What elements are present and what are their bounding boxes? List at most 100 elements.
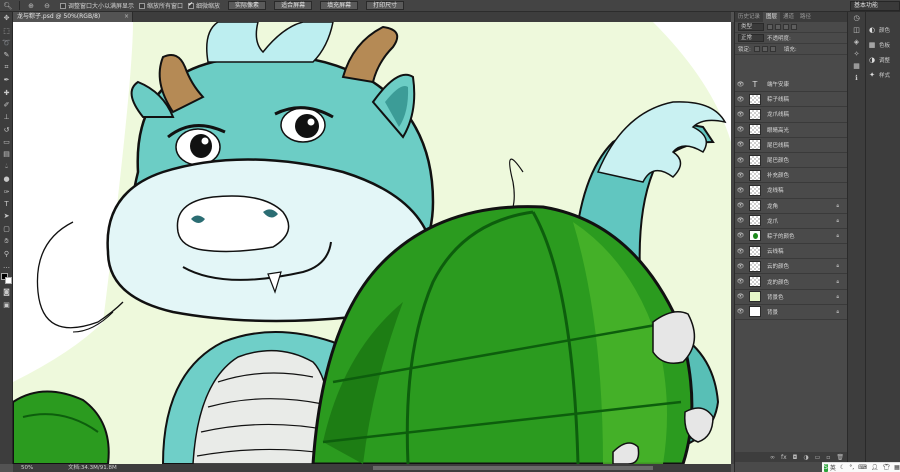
history-icon[interactable]: ◷ (848, 12, 865, 24)
path-select-tool-icon[interactable]: ➤ (0, 210, 13, 222)
more-tools-icon[interactable]: … (0, 260, 13, 272)
layer-row[interactable]: 👁︎ 尾巴颜色 (735, 153, 848, 169)
blur-tool-icon[interactable]: 💧︎ (0, 161, 13, 173)
fill-screen-button[interactable]: 填充屏幕 (320, 1, 359, 10)
history-brush-tool-icon[interactable]: ↺ (0, 124, 13, 136)
healing-tool-icon[interactable]: ✚ (0, 86, 13, 98)
lock-pixels-icon[interactable] (753, 46, 760, 52)
properties-icon[interactable]: ▦ (848, 60, 865, 72)
document-canvas[interactable] (13, 22, 731, 464)
hand-tool-icon[interactable]: ✋︎ (0, 235, 13, 247)
visibility-eye-icon[interactable]: 👁︎ (735, 141, 746, 148)
brush-tool-icon[interactable]: ✐ (0, 99, 13, 111)
filter-type-icon[interactable] (783, 24, 789, 30)
ime-language[interactable]: 英 (830, 463, 836, 472)
adjustment-icon[interactable]: ◑ (803, 454, 808, 461)
zoom-out-icon[interactable]: ⊖ (39, 1, 55, 11)
user-icon[interactable]: 👤︎ (871, 464, 879, 471)
layer-row[interactable]: 👁︎ 粽子的颜色 🔒︎ (735, 229, 848, 245)
marquee-tool-icon[interactable]: ⬚ (0, 24, 13, 36)
shape-tool-icon[interactable]: ▢ (0, 223, 13, 235)
zoom-level[interactable]: 50% (21, 464, 33, 472)
workspace-select[interactable]: 基本功能 (850, 1, 900, 11)
layer-row[interactable]: 👁︎ 龙线稿 (735, 183, 848, 199)
layer-row[interactable]: 👁︎ 龙的颜色 🔒︎ (735, 274, 848, 290)
channels-icon[interactable]: ◈ (848, 36, 865, 48)
zoom-in-icon[interactable]: ⊕ (23, 1, 39, 11)
visibility-eye-icon[interactable]: 👁︎ (735, 278, 746, 285)
quick-mask-icon[interactable]: ◙ (0, 286, 13, 298)
layer-row[interactable]: 👁︎ 背景色 🔒︎ (735, 290, 848, 305)
blend-mode-select[interactable]: 正常 (738, 34, 764, 42)
quick-select-tool-icon[interactable]: ✎ (0, 49, 13, 61)
visibility-eye-icon[interactable]: 👁︎ (735, 81, 746, 88)
print-size-button[interactable]: 打印尺寸 (366, 1, 405, 10)
document-tab[interactable]: 龙与粽子.psd @ 50%(RGB/8) × (13, 12, 133, 22)
punctuation-icon[interactable]: °, (849, 464, 854, 471)
move-tool-icon[interactable]: ✥ (0, 12, 13, 24)
dock-item-swatches[interactable]: ▦ 色板 (867, 37, 900, 52)
dodge-tool-icon[interactable]: ● (0, 173, 13, 185)
lock-position-icon[interactable] (761, 46, 768, 52)
horizontal-scrollbar[interactable] (373, 466, 653, 470)
layer-row[interactable]: 👁︎ 补充颜色 (735, 168, 848, 184)
filter-shape-icon[interactable] (791, 24, 797, 30)
keyboard-icon[interactable]: ⌨ (858, 464, 867, 471)
lasso-tool-icon[interactable]: ➰ (0, 37, 13, 49)
visibility-eye-icon[interactable]: 👁︎ (735, 248, 746, 255)
tab-layers[interactable]: 图层 (763, 12, 781, 22)
zoom-tool-icon[interactable]: 🔍︎ (0, 1, 16, 11)
tab-paths[interactable]: 路径 (797, 12, 814, 22)
paths-icon[interactable]: ✧ (848, 48, 865, 60)
layers-icon[interactable]: ◫ (848, 24, 865, 36)
grid-icon[interactable]: ▦ (894, 464, 900, 471)
moon-icon[interactable]: ☾ (840, 464, 845, 471)
visibility-eye-icon[interactable]: 👁︎ (735, 202, 746, 209)
layer-row[interactable]: 👁︎ 龙角 🔒︎ (735, 199, 848, 214)
eraser-tool-icon[interactable]: ▭ (0, 136, 13, 148)
link-layers-icon[interactable]: ∞ (770, 454, 775, 461)
zoom-all-checkbox[interactable] (139, 2, 146, 9)
add-mask-icon[interactable]: ◘ (793, 454, 798, 461)
visibility-eye-icon[interactable]: 👁︎ (735, 293, 746, 300)
layer-row[interactable]: 👁︎ 龙爪 🔒︎ (735, 214, 848, 229)
tab-channels[interactable]: 通道 (780, 12, 797, 22)
layer-row[interactable]: 👁︎ 眼睛高光 (735, 123, 848, 138)
color-swatches[interactable] (0, 272, 13, 286)
layer-row[interactable]: 👁︎ 龙爪线稿 (735, 107, 848, 123)
new-layer-icon[interactable]: ▫ (826, 454, 830, 461)
pen-tool-icon[interactable]: ✑ (0, 185, 13, 197)
filter-pixel-icon[interactable] (767, 24, 773, 30)
layer-row[interactable]: 👁︎ 云线稿 (735, 244, 848, 260)
info-icon[interactable]: ℹ (848, 72, 865, 84)
new-group-icon[interactable]: ▭ (815, 454, 821, 461)
tab-history[interactable]: 历史记录 (735, 12, 763, 22)
filter-kind-select[interactable]: 类型 (738, 23, 764, 31)
gradient-tool-icon[interactable]: ▤ (0, 148, 13, 160)
delete-layer-icon[interactable]: 🗑︎ (836, 454, 844, 461)
visibility-eye-icon[interactable]: 👁︎ (735, 217, 746, 224)
layer-row[interactable]: 👁︎ 云的颜色 🔒︎ (735, 259, 848, 275)
visibility-eye-icon[interactable]: 👁︎ (735, 263, 746, 270)
dock-item-styles[interactable]: ✦ 样式 (867, 67, 900, 82)
visibility-eye-icon[interactable]: 👁︎ (735, 126, 746, 133)
visibility-eye-icon[interactable]: 👁︎ (735, 111, 746, 118)
layer-row[interactable]: 👁︎ 尾巴线稿 (735, 138, 848, 153)
lock-all-icon[interactable] (769, 46, 776, 52)
layer-row[interactable]: 👁︎ 粽子线稿 (735, 92, 848, 108)
layer-row[interactable]: 👁︎ 背景 🔒︎ (735, 305, 848, 320)
filter-adjust-icon[interactable] (775, 24, 781, 30)
visibility-eye-icon[interactable]: 👁︎ (735, 308, 746, 315)
scrubby-zoom-checkbox[interactable] (188, 2, 195, 9)
screen-mode-icon[interactable]: ▣ (0, 299, 13, 311)
visibility-eye-icon[interactable]: 👁︎ (735, 187, 746, 194)
dock-item-adjustments[interactable]: ◑ 调整 (867, 52, 900, 67)
layer-row[interactable]: 👁︎ T 端午安康 (735, 77, 848, 93)
resize-window-checkbox[interactable] (60, 2, 66, 9)
visibility-eye-icon[interactable]: 👁︎ (735, 96, 746, 103)
visibility-eye-icon[interactable]: 👁︎ (735, 232, 746, 239)
zoom-tool-side-icon[interactable]: ⚲ (0, 247, 13, 259)
type-tool-icon[interactable]: T (0, 198, 13, 210)
skin-icon[interactable]: 👕︎ (882, 464, 890, 471)
eyedropper-tool-icon[interactable]: ✒ (0, 74, 13, 86)
